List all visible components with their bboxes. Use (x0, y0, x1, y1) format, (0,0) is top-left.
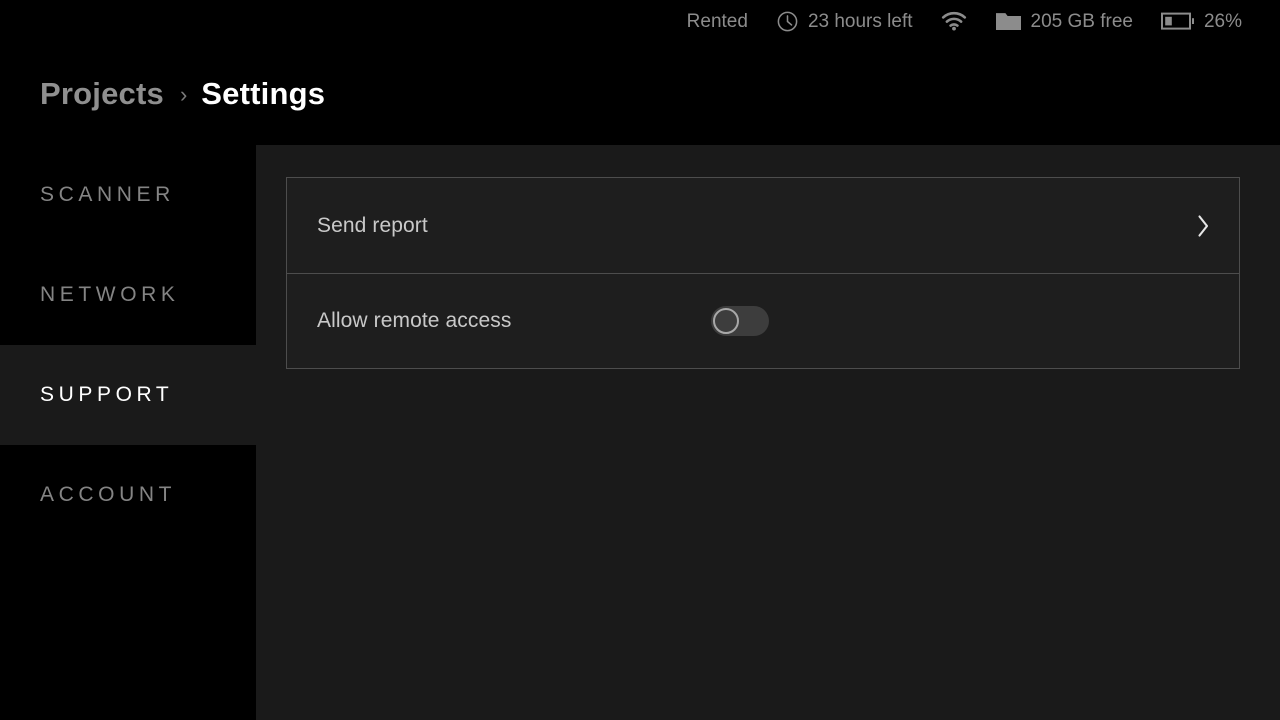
breadcrumb-item-projects[interactable]: Projects (40, 76, 164, 112)
app-root: Rented 23 hours left 205 GB free 26% Pro… (0, 0, 1280, 720)
battery-icon (1160, 11, 1195, 31)
status-item-rented: Rented (687, 12, 748, 31)
header-bar: Projects › Settings (0, 42, 1280, 145)
sidebar-nav: SCANNER NETWORK SUPPORT ACCOUNT (0, 145, 256, 720)
page-title: Settings (201, 75, 326, 111)
status-item-battery: 26% (1160, 10, 1242, 32)
sidebar-item-support[interactable]: SUPPORT (0, 345, 256, 445)
sidebar-item-label: SUPPORT (40, 383, 174, 406)
sidebar-item-network[interactable]: NETWORK (0, 245, 256, 345)
storage-label: 205 GB free (1030, 10, 1133, 32)
rented-label: Rented (686, 10, 748, 32)
folder-icon (995, 11, 1022, 32)
time-left-label: 23 hours left (807, 10, 913, 32)
sidebar-item-label: NETWORK (40, 283, 180, 306)
row-label-allow-remote-access: Allow remote access (317, 309, 512, 332)
row-allow-remote-access[interactable]: Allow remote access (287, 273, 1239, 368)
breadcrumb: Projects › Settings (40, 76, 325, 112)
settings-card: Send report Allow remote access (286, 177, 1240, 369)
wifi-icon (941, 11, 967, 31)
status-bar: Rented 23 hours left 205 GB free 26% (0, 0, 1280, 42)
chevron-right-icon (1197, 214, 1210, 238)
status-item-time-left: 23 hours left (776, 10, 913, 33)
main-content: Send report Allow remote access (256, 145, 1280, 720)
chevron-right-icon: › (179, 81, 188, 107)
toggle-knob (713, 308, 740, 334)
clock-icon (776, 10, 799, 33)
row-send-report[interactable]: Send report (287, 178, 1239, 273)
battery-label: 26% (1203, 10, 1242, 32)
sidebar-item-scanner[interactable]: SCANNER (0, 145, 256, 245)
status-item-wifi (941, 11, 967, 31)
sidebar-item-label: SCANNER (40, 183, 175, 206)
sidebar-item-account[interactable]: ACCOUNT (0, 445, 256, 545)
sidebar-item-label: ACCOUNT (40, 483, 177, 506)
row-label-send-report: Send report (317, 213, 428, 237)
allow-remote-access-toggle[interactable] (711, 306, 770, 336)
status-item-storage: 205 GB free (995, 11, 1133, 32)
